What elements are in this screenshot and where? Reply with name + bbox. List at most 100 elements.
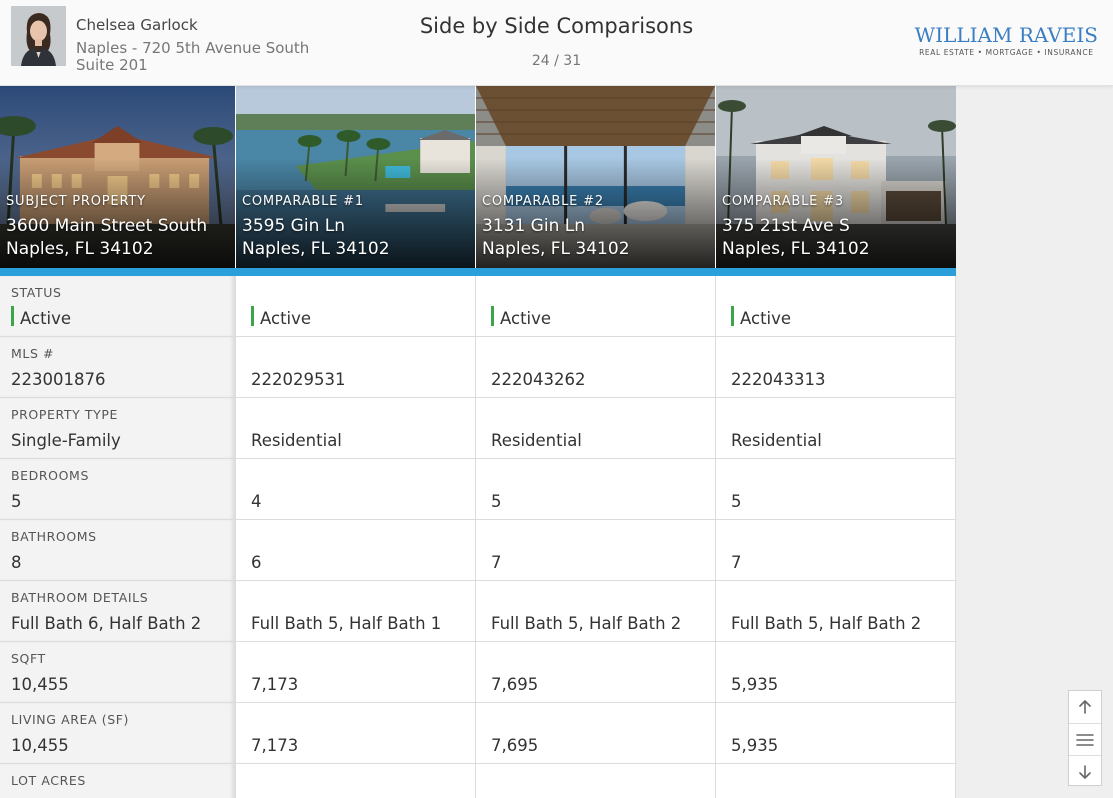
cell-value: Residential (251, 431, 342, 450)
subject-cell: BATHROOMS 8 (0, 520, 236, 581)
agent-office-line1: Naples - 720 5th Avenue South (76, 39, 310, 57)
status-indicator (731, 306, 734, 326)
property-address-line2: Naples, FL 34102 (482, 239, 630, 259)
comparable-2-photo: COMPARABLE #2 3131 Gin Ln Naples, FL 341… (476, 86, 716, 268)
property-address-line1: 3131 Gin Ln (482, 216, 585, 236)
comparable-cell: 222029531 (236, 337, 476, 398)
status-indicator (11, 306, 14, 326)
cell-value: Single-Family (11, 431, 121, 450)
page-header: Chelsea Garlock Naples - 720 5th Avenue … (0, 0, 1113, 86)
property-address-line2: Naples, FL 34102 (6, 239, 154, 259)
table-row: BEDROOMS 5 4 5 5 (0, 459, 956, 520)
comparable-cell: 7,173 (236, 642, 476, 703)
page-navigation-control (1068, 690, 1102, 786)
cell-value: 5 (11, 492, 22, 511)
brand-logo-name: WILLIAM RAVEIS (914, 23, 1098, 47)
status-value: Active (500, 309, 552, 328)
comparable-1-photo: COMPARABLE #1 3595 Gin Ln Naples, FL 341… (236, 86, 476, 268)
comparable-cell: 5,935 (716, 703, 956, 764)
cell-value: 10,455 (11, 675, 69, 694)
comparable-cell: Active (716, 276, 956, 337)
comparable-cell: 7,695 (476, 642, 716, 703)
status-value: Active (260, 309, 312, 328)
cell-value: Full Bath 5, Half Bath 1 (251, 614, 442, 633)
scroll-down-button[interactable] (1069, 755, 1101, 787)
cell-value: 5,935 (731, 736, 779, 755)
property-address-line1: 3595 Gin Ln (242, 216, 345, 236)
table-row: SQFT 10,455 7,173 7,695 5,935 (0, 642, 956, 703)
comparable-cell: 222043262 (476, 337, 716, 398)
cell-value: 4 (251, 492, 262, 511)
cell-value: 222043262 (491, 370, 586, 389)
agent-name: Chelsea Garlock (76, 16, 198, 34)
accent-divider (0, 268, 956, 276)
comparable-cell: 7 (476, 520, 716, 581)
property-caption: COMPARABLE #3 (722, 194, 844, 209)
comparable-cell: 5,935 (716, 642, 956, 703)
comparable-cell (716, 764, 956, 798)
cell-value: 7 (491, 553, 502, 572)
comparable-cell: Residential (716, 398, 956, 459)
cell-value: Full Bath 5, Half Bath 2 (731, 614, 922, 633)
subject-cell: BEDROOMS 5 (0, 459, 236, 520)
property-caption: SUBJECT PROPERTY (6, 194, 146, 209)
table-row: STATUS Active Active Active Active (0, 276, 956, 337)
table-row: LOT ACRES (0, 764, 956, 798)
cell-value: 7,695 (491, 675, 539, 694)
subject-cell: SQFT 10,455 (0, 642, 236, 703)
row-label: LIVING AREA (SF) (11, 712, 130, 727)
row-label: BEDROOMS (11, 468, 89, 483)
comparable-cell: Residential (476, 398, 716, 459)
subject-cell: BATHROOM DETAILS Full Bath 6, Half Bath … (0, 581, 236, 642)
table-row: BATHROOMS 8 6 7 7 (0, 520, 956, 581)
comparable-3-photo: COMPARABLE #3 375 21st Ave S Naples, FL … (716, 86, 956, 268)
cell-value: 5 (731, 492, 742, 511)
comparable-cell: 5 (476, 459, 716, 520)
menu-button[interactable] (1069, 723, 1101, 755)
scroll-up-button[interactable] (1069, 691, 1101, 723)
comparable-cell: Full Bath 5, Half Bath 2 (716, 581, 956, 642)
arrow-up-icon (1079, 700, 1091, 714)
status-value: Active (740, 309, 792, 328)
comparable-cell: 6 (236, 520, 476, 581)
cell-value: 5,935 (731, 675, 779, 694)
status-indicator (251, 306, 254, 326)
cell-value: 6 (251, 553, 262, 572)
subject-cell: LOT ACRES (0, 764, 236, 798)
row-label: BATHROOMS (11, 529, 97, 544)
cell-value: Full Bath 5, Half Bath 2 (491, 614, 682, 633)
arrow-down-icon (1079, 764, 1091, 779)
cell-value: 8 (11, 553, 22, 572)
cell-value: 7,173 (251, 736, 299, 755)
comparable-cell (236, 764, 476, 798)
property-address-line2: Naples, FL 34102 (722, 239, 870, 259)
property-address-line1: 375 21st Ave S (722, 216, 850, 236)
cell-value: Full Bath 6, Half Bath 2 (11, 614, 202, 633)
row-label: PROPERTY TYPE (11, 407, 119, 422)
comparable-cell: 7,173 (236, 703, 476, 764)
agent-office-line2: Suite 201 (76, 56, 148, 74)
comparable-cell: 222043313 (716, 337, 956, 398)
status-indicator (491, 306, 494, 326)
cell-value: 10,455 (11, 736, 69, 755)
property-address-line2: Naples, FL 34102 (242, 239, 390, 259)
subject-property-photo: SUBJECT PROPERTY 3600 Main Street South … (0, 86, 236, 268)
comparable-cell: 7,695 (476, 703, 716, 764)
subject-cell: LIVING AREA (SF) 10,455 (0, 703, 236, 764)
property-photo-headers: SUBJECT PROPERTY 3600 Main Street South … (0, 86, 956, 268)
agent-office: Naples - 720 5th Avenue South Suite 201 (76, 40, 316, 74)
status-value: Active (20, 309, 72, 328)
cell-value: 222043313 (731, 370, 826, 389)
cell-value: Residential (491, 431, 582, 450)
agent-avatar (11, 6, 66, 66)
subject-cell: MLS # 223001876 (0, 337, 236, 398)
comparable-cell: 7 (716, 520, 956, 581)
cell-value: 7,695 (491, 736, 539, 755)
row-label: LOT ACRES (11, 773, 86, 788)
comparable-cell: Active (236, 276, 476, 337)
subject-cell: STATUS Active (0, 276, 236, 337)
menu-icon (1076, 733, 1094, 746)
brand-logo-tagline: REAL ESTATE • MORTGAGE • INSURANCE (919, 48, 1094, 57)
cell-value: 7,173 (251, 675, 299, 694)
row-label: MLS # (11, 346, 55, 361)
